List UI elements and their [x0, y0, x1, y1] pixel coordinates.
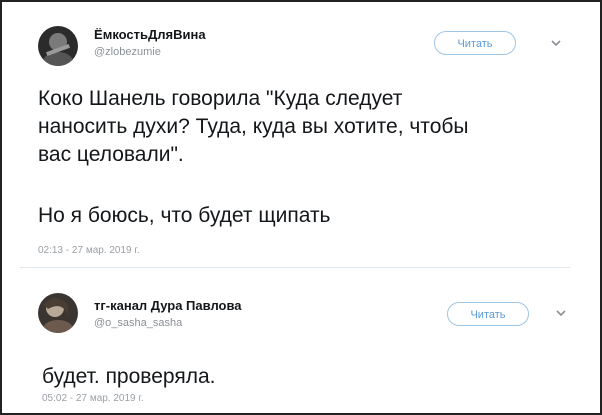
chevron-down-icon[interactable] [549, 36, 563, 50]
tweet: ЁмкостьДляВина @zlobezumie Читать Коко Ш… [2, 2, 600, 267]
tweet-text: Коко Шанель говорила "Куда следует нанос… [38, 85, 469, 169]
tweet-text: будет. проверяла. [42, 365, 216, 388]
author-handle[interactable]: @o_sasha_sasha [94, 317, 182, 329]
timestamp[interactable]: 05:02 - 27 мар. 2019 г. [42, 393, 144, 404]
tweet-text-line: вас целовали". [38, 143, 184, 166]
tweet-text-paragraph: Но я боюсь, что будет щипать [38, 204, 331, 227]
avatar[interactable] [38, 293, 78, 333]
avatar[interactable] [38, 26, 78, 66]
avatar-photo-icon [38, 293, 78, 333]
divider [20, 267, 570, 268]
tweet-text-line: наносить духи? Туда, куда вы хотите, что… [38, 115, 469, 138]
author-name[interactable]: ЁмкостьДляВина [94, 27, 206, 42]
tweet: тг-канал Дура Павлова @o_sasha_sasha Чит… [2, 269, 600, 413]
timestamp[interactable]: 02:13 - 27 мар. 2019 г. [38, 245, 140, 256]
follow-button[interactable]: Читать [434, 31, 516, 55]
follow-button[interactable]: Читать [447, 302, 529, 326]
author-handle[interactable]: @zlobezumie [94, 46, 161, 58]
author-name[interactable]: тг-канал Дура Павлова [94, 298, 242, 313]
chevron-down-icon[interactable] [554, 306, 568, 320]
avatar-photo-icon [38, 26, 78, 66]
tweet-text-line: Коко Шанель говорила "Куда следует [38, 87, 403, 110]
